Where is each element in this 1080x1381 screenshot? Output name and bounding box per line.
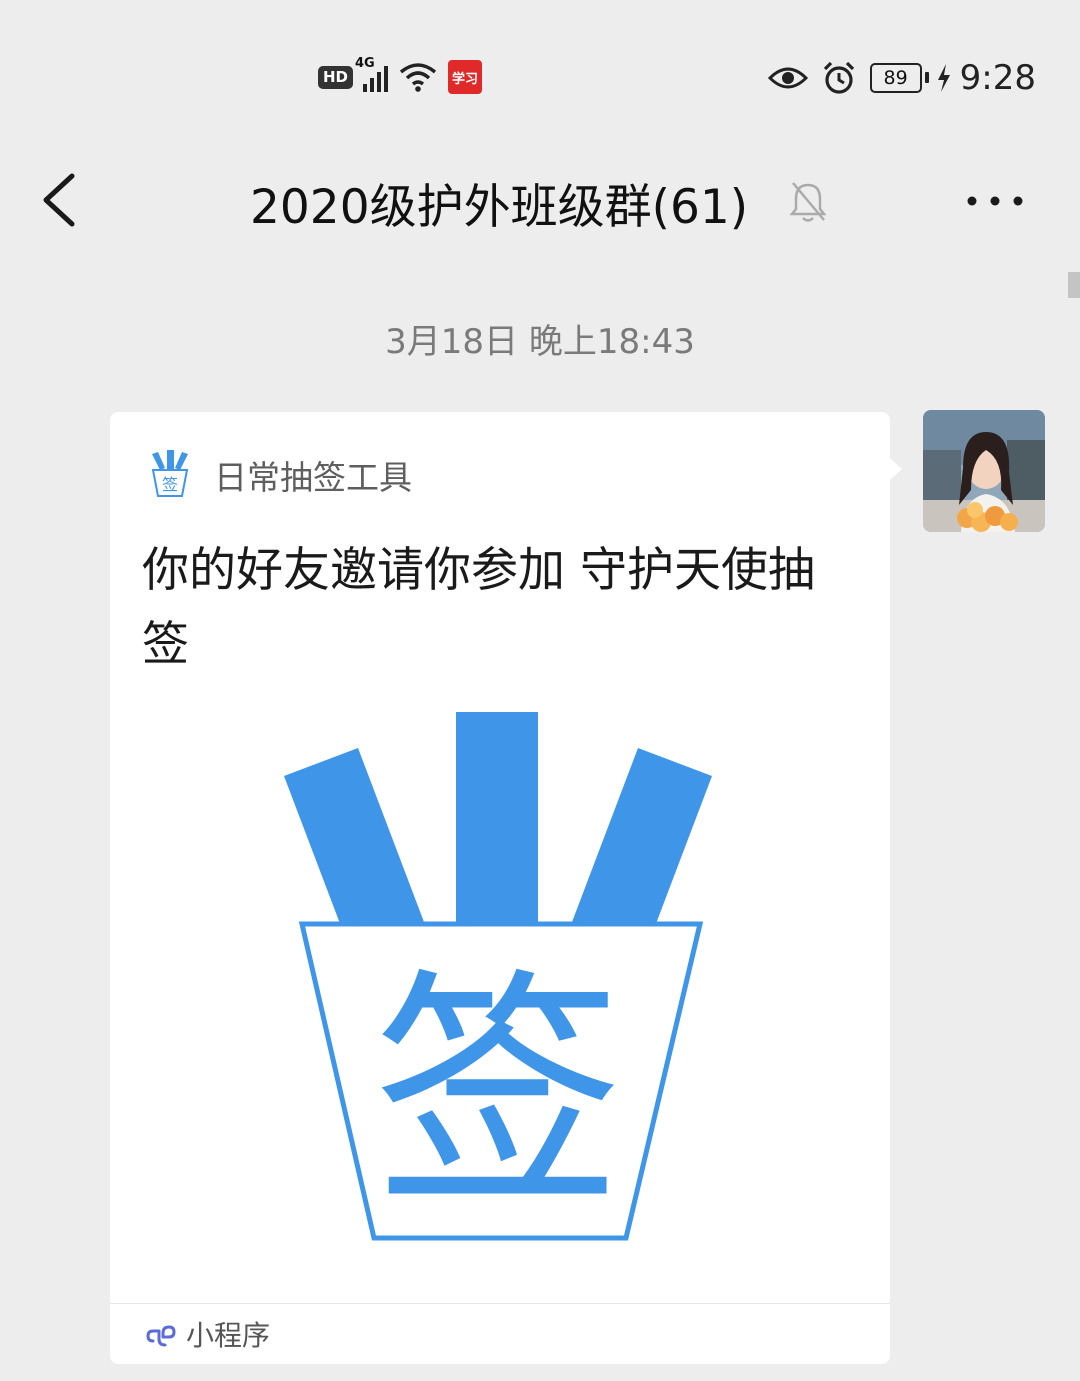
draw-lots-cup-image: 签 [284, 712, 712, 1241]
mini-program-card[interactable]: 签 日常抽签工具 你的好友邀请你参加 守护天使抽签 签 小程序 [110, 412, 902, 1364]
mini-program-icon [146, 1325, 176, 1347]
mute-bell-icon [788, 180, 828, 224]
alarm-icon [823, 61, 854, 94]
sender-avatar[interactable] [923, 410, 1045, 532]
eye-icon [767, 67, 808, 89]
scroll-indicator [1068, 272, 1080, 298]
hd-badge: HD [318, 65, 354, 89]
card-message-text: 你的好友邀请你参加 守护天使抽签 [142, 543, 815, 672]
battery-icon: 89 [869, 63, 929, 93]
status-left: HD 4G 学习 [318, 56, 483, 94]
message-timestamp: 3月18日 晚上18:43 [385, 322, 695, 362]
charging-icon [937, 64, 950, 92]
mini-program-label: 小程序 [186, 1319, 271, 1352]
study-app-icon: 学习 [448, 60, 483, 94]
card-header: 签 日常抽签工具 [148, 450, 412, 500]
svg-text:签: 签 [162, 475, 178, 494]
card-footer: 小程序 [110, 1303, 890, 1364]
back-chevron-icon [43, 173, 75, 227]
battery-level: 89 [883, 67, 908, 89]
chat-title: 2020级护外班级群(61) [250, 180, 749, 235]
cup-character: 签 [373, 948, 623, 1239]
status-right: 89 9:28 [767, 58, 1036, 98]
network-type: 4G [355, 56, 375, 71]
more-button[interactable] [960, 186, 1030, 216]
wifi-icon [399, 63, 437, 92]
more-dots-icon [967, 196, 1023, 206]
back-button[interactable] [30, 170, 90, 230]
status-time: 9:28 [959, 58, 1036, 98]
draw-lots-app-icon: 签 [151, 450, 189, 497]
app-name: 日常抽签工具 [214, 458, 412, 497]
status-bar: HD 4G 学习 89 9:28 [0, 0, 1080, 150]
cell-signal-icon: 4G [355, 56, 389, 92]
chat-header: 2020级护外班级群(61) [0, 150, 1080, 260]
